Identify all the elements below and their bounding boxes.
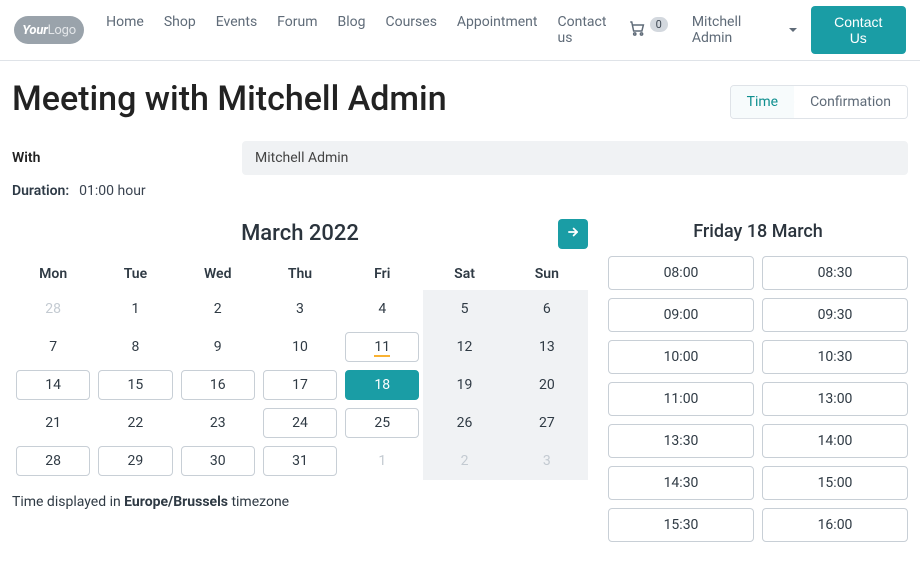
caret-down-icon [789,28,797,32]
logo-your: Your [22,23,47,38]
time-slot[interactable]: 16:00 [762,508,908,542]
calendar-dow: Fri [341,258,423,290]
calendar-day: 12 [427,332,501,362]
nav-shop[interactable]: Shop [162,8,198,52]
calendar-day: 26 [427,408,501,438]
calendar-day[interactable]: 16 [181,370,255,400]
calendar-day: 22 [98,408,172,438]
calendar-day: 23 [181,408,255,438]
calendar: March 2022 MonTueWedThuFriSatSun 2812345… [12,221,588,510]
time-slot[interactable]: 10:30 [762,340,908,374]
times-title: Friday 18 March [608,221,908,242]
calendar-day: 2 [427,446,501,476]
calendar-table: MonTueWedThuFriSatSun 281234567891011121… [12,258,588,480]
calendar-day: 8 [98,332,172,362]
calendar-dow: Wed [177,258,259,290]
nav-events[interactable]: Events [214,8,259,52]
calendar-day: 19 [427,370,501,400]
calendar-day: 7 [16,332,90,362]
nav-home[interactable]: Home [104,8,146,52]
duration-value: 01:00 hour [69,183,146,199]
time-slot[interactable]: 09:00 [608,298,754,332]
step-indicator: Time Confirmation [730,85,908,119]
calendar-day: 13 [510,332,584,362]
calendar-dow: Sun [506,258,588,290]
top-nav: YourLogo Home Shop Events Forum Blog Courses A… [0,0,920,61]
calendar-day[interactable]: 11 [345,332,419,362]
tz-suffix: timezone [228,494,289,510]
cart-count-badge: 0 [650,17,668,32]
calendar-day[interactable]: 18 [345,370,419,400]
with-label: With [12,150,242,166]
timezone-note: Time displayed in Europe/Brussels timezo… [12,494,588,510]
time-slot[interactable]: 11:00 [608,382,754,416]
logo[interactable]: YourLogo [14,16,84,44]
calendar-day[interactable]: 28 [16,446,90,476]
calendar-dow: Thu [259,258,341,290]
calendar-day[interactable]: 29 [98,446,172,476]
time-slot[interactable]: 09:30 [762,298,908,332]
calendar-day: 1 [345,446,419,476]
calendar-body: 2812345678910111213141516171819202122232… [12,290,588,480]
contact-us-button[interactable]: Contact Us [811,6,907,54]
calendar-day: 10 [263,332,337,362]
time-slots-grid: 08:0008:3009:0009:3010:0010:3011:0013:00… [608,256,908,542]
nav-contactus[interactable]: Contact us [556,8,614,52]
calendar-day: 4 [345,294,419,324]
step-confirmation[interactable]: Confirmation [794,86,907,118]
calendar-day[interactable]: 15 [98,370,172,400]
calendar-dow: Mon [12,258,94,290]
user-menu[interactable]: Mitchell Admin [692,14,797,46]
tz-prefix: Time displayed in [12,494,124,510]
nav-forum[interactable]: Forum [275,8,319,52]
calendar-day: 1 [98,294,172,324]
tz-zone: Europe/Brussels [124,494,228,510]
calendar-day: 6 [510,294,584,324]
time-slot[interactable]: 15:30 [608,508,754,542]
times-panel: Friday 18 March 08:0008:3009:0009:3010:0… [608,221,908,542]
calendar-day: 20 [510,370,584,400]
calendar-day: 5 [427,294,501,324]
calendar-day: 2 [181,294,255,324]
calendar-day[interactable]: 30 [181,446,255,476]
arrow-right-icon [566,225,580,243]
time-slot[interactable]: 13:30 [608,424,754,458]
nav-blog[interactable]: Blog [336,8,368,52]
cart-icon [628,19,646,41]
calendar-day[interactable]: 25 [345,408,419,438]
with-value: Mitchell Admin [242,141,908,175]
nav-courses[interactable]: Courses [383,8,438,52]
calendar-day[interactable]: 14 [16,370,90,400]
calendar-day[interactable]: 31 [263,446,337,476]
time-slot[interactable]: 15:00 [762,466,908,500]
time-slot[interactable]: 10:00 [608,340,754,374]
step-time[interactable]: Time [731,86,794,118]
calendar-day: 28 [16,294,90,324]
calendar-day: 9 [181,332,255,362]
calendar-dow-row: MonTueWedThuFriSatSun [12,258,588,290]
page-title: Meeting with Mitchell Admin [12,79,730,119]
calendar-day[interactable]: 17 [263,370,337,400]
calendar-day: 3 [263,294,337,324]
calendar-day: 3 [510,446,584,476]
time-slot[interactable]: 13:00 [762,382,908,416]
calendar-day: 27 [510,408,584,438]
time-slot[interactable]: 14:30 [608,466,754,500]
logo-logo: Logo [48,23,76,38]
user-name: Mitchell Admin [692,14,783,46]
calendar-next-button[interactable] [558,219,588,249]
calendar-day[interactable]: 24 [263,408,337,438]
calendar-dow: Sat [423,258,505,290]
time-slot[interactable]: 14:00 [762,424,908,458]
cart-button[interactable]: 0 [628,19,668,41]
main-nav: Home Shop Events Forum Blog Courses Appointmen… [104,8,613,52]
calendar-day: 21 [16,408,90,438]
calendar-title: March 2022 [241,221,359,246]
calendar-dow: Tue [94,258,176,290]
duration-label: Duration: [12,183,69,199]
time-slot[interactable]: 08:00 [608,256,754,290]
nav-appointment[interactable]: Appointment [455,8,540,52]
time-slot[interactable]: 08:30 [762,256,908,290]
